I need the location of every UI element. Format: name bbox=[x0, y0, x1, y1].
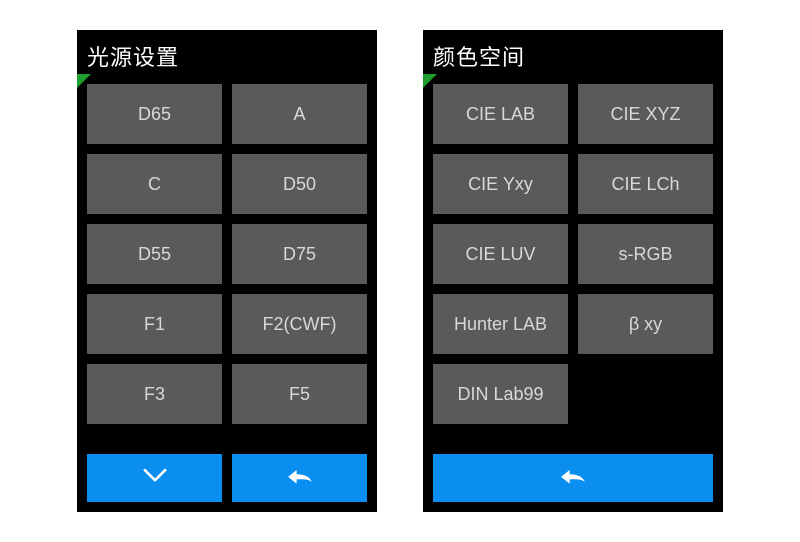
page-down-button[interactable] bbox=[87, 454, 222, 502]
option-f5[interactable]: F5 bbox=[232, 364, 367, 424]
option-cie-luv[interactable]: CIE LUV bbox=[433, 224, 568, 284]
option-d75[interactable]: D75 bbox=[232, 224, 367, 284]
back-arrow-icon bbox=[556, 463, 590, 494]
option-c[interactable]: C bbox=[87, 154, 222, 214]
option-cie-lch[interactable]: CIE LCh bbox=[578, 154, 713, 214]
footer-color-space bbox=[423, 444, 723, 512]
option-din-lab99[interactable]: DIN Lab99 bbox=[433, 364, 568, 424]
footer-light-source bbox=[77, 444, 377, 512]
option-f2cwf[interactable]: F2(CWF) bbox=[232, 294, 367, 354]
option-beta-xy[interactable]: β xy bbox=[578, 294, 713, 354]
option-f1[interactable]: F1 bbox=[87, 294, 222, 354]
option-cie-yxy[interactable]: CIE Yxy bbox=[433, 154, 568, 214]
option-d55[interactable]: D55 bbox=[87, 224, 222, 284]
panel-title-color-space: 颜色空间 bbox=[423, 30, 723, 78]
selection-corner-indicator bbox=[77, 74, 91, 88]
option-cie-lab[interactable]: CIE LAB bbox=[433, 84, 568, 144]
back-button[interactable] bbox=[232, 454, 367, 502]
option-hunter-lab[interactable]: Hunter LAB bbox=[433, 294, 568, 354]
chevron-down-icon bbox=[138, 463, 172, 494]
selection-corner-indicator bbox=[423, 74, 437, 88]
option-srgb[interactable]: s-RGB bbox=[578, 224, 713, 284]
back-arrow-icon bbox=[283, 463, 317, 494]
option-d50[interactable]: D50 bbox=[232, 154, 367, 214]
option-f3[interactable]: F3 bbox=[87, 364, 222, 424]
option-d65[interactable]: D65 bbox=[87, 84, 222, 144]
panel-color-space: 颜色空间 CIE LAB CIE XYZ CIE Yxy CIE LCh CIE… bbox=[423, 30, 723, 512]
back-button[interactable] bbox=[433, 454, 713, 502]
light-source-option-grid: D65 A C D50 D55 D75 F1 F2(CWF) F3 F5 bbox=[77, 78, 377, 444]
color-space-option-grid: CIE LAB CIE XYZ CIE Yxy CIE LCh CIE LUV … bbox=[423, 78, 723, 444]
option-cie-xyz[interactable]: CIE XYZ bbox=[578, 84, 713, 144]
panel-light-source: 光源设置 D65 A C D50 D55 D75 F1 F2(CWF) F3 F… bbox=[77, 30, 377, 512]
panel-title-light-source: 光源设置 bbox=[77, 30, 377, 78]
option-a[interactable]: A bbox=[232, 84, 367, 144]
